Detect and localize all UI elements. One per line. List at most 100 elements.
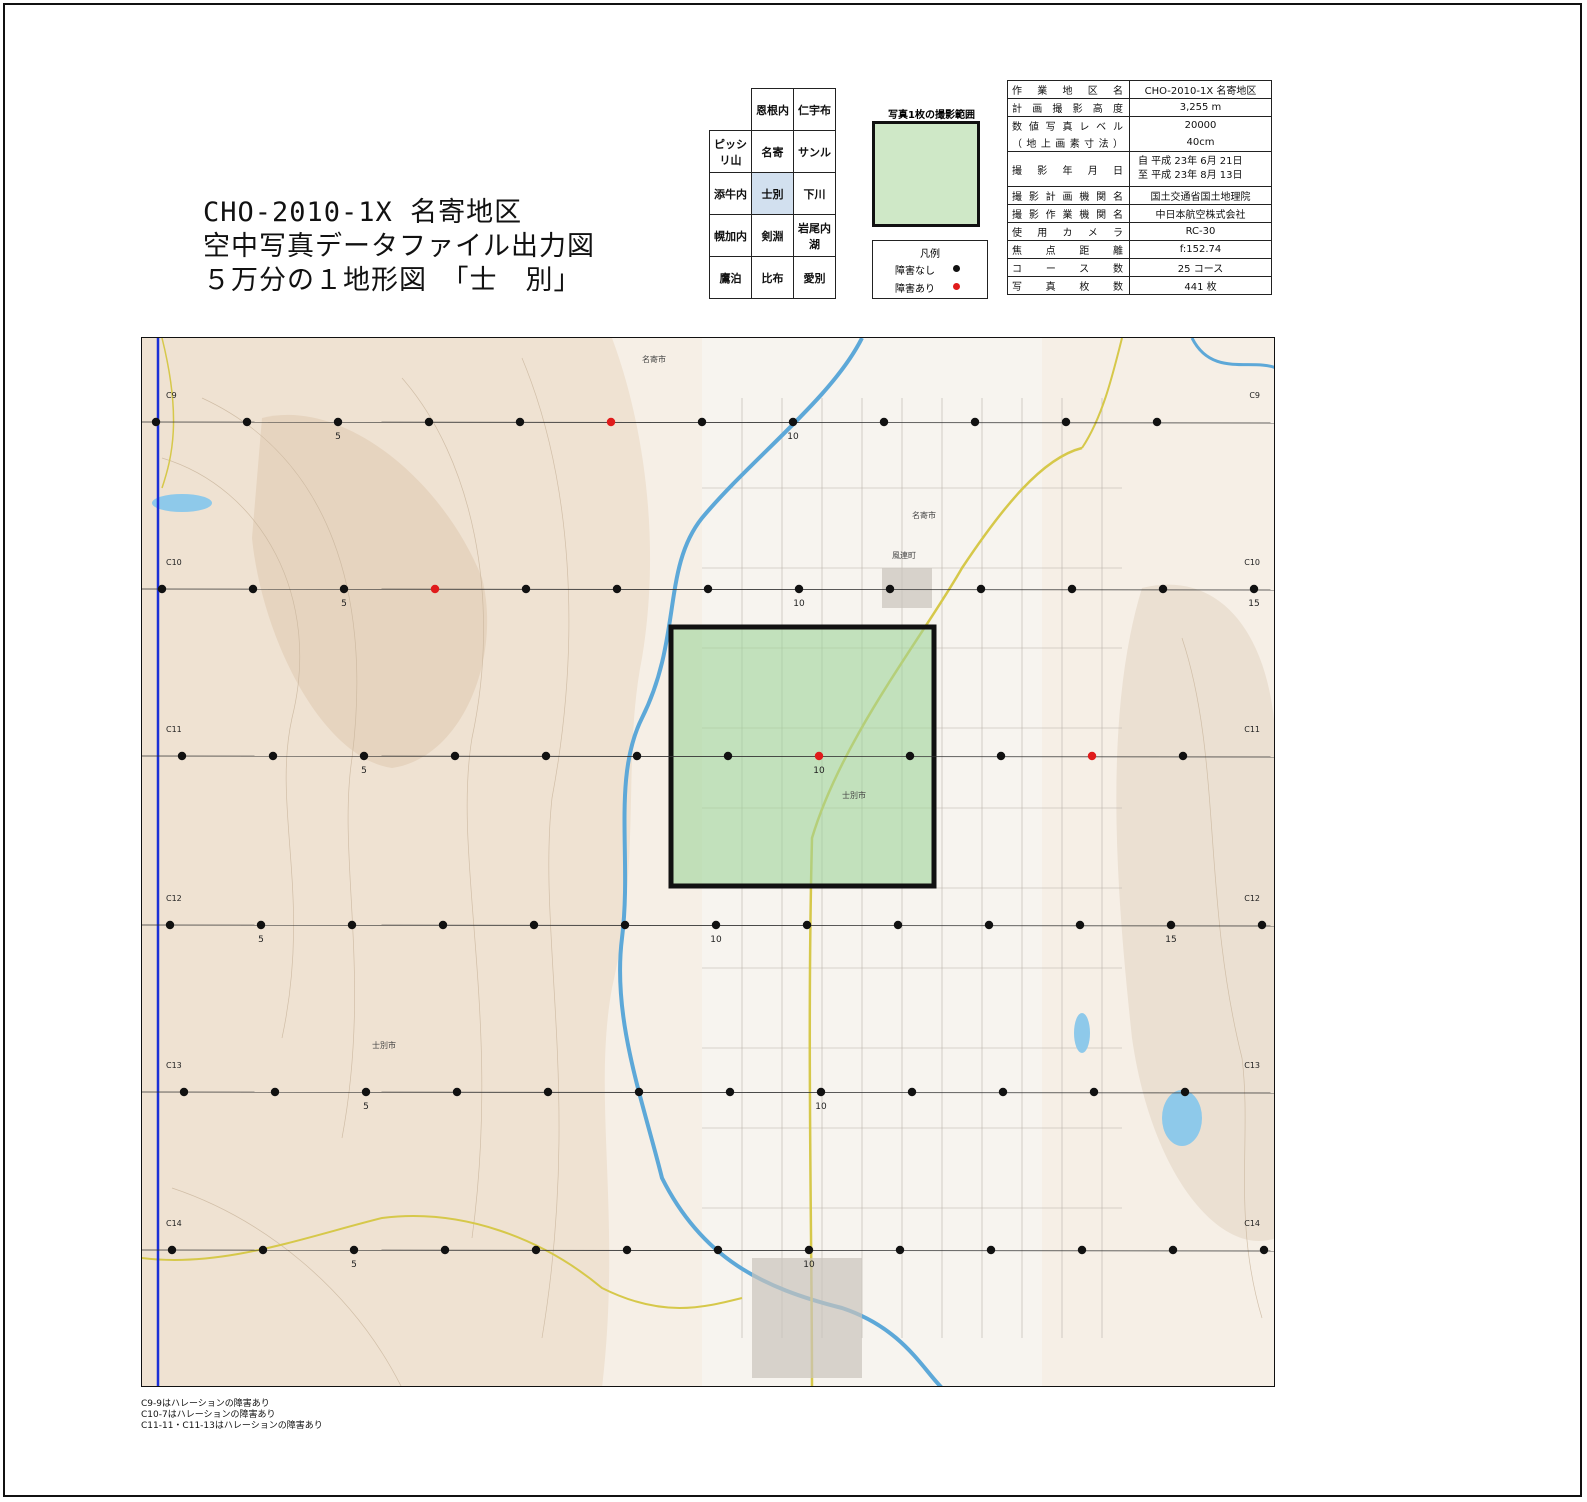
course-label: C11 — [1244, 725, 1260, 734]
photo-point[interactable] — [879, 417, 889, 427]
legend-title: 凡例 — [920, 249, 940, 260]
photo-point[interactable] — [1249, 584, 1259, 594]
photo-point[interactable] — [984, 920, 994, 930]
legend: 凡例 障害なし 障害あり — [872, 240, 988, 299]
photo-point[interactable] — [895, 1245, 905, 1255]
photo-point[interactable] — [697, 417, 707, 427]
photo-point[interactable] — [1158, 584, 1168, 594]
photo-point[interactable] — [339, 584, 349, 594]
info-label: 撮影計画機関名 — [1007, 186, 1130, 205]
photo-point[interactable] — [622, 1245, 632, 1255]
photo-point[interactable] — [543, 1087, 553, 1097]
photo-point[interactable] — [1259, 1245, 1269, 1255]
photo-point[interactable] — [179, 1087, 189, 1097]
course-number-marker: 15 — [1165, 935, 1176, 945]
photo-point[interactable] — [151, 417, 161, 427]
photo-point[interactable] — [802, 920, 812, 930]
map-title-line3: ５万分の１地形図 「士 別」 — [203, 265, 582, 296]
course-number-marker: 5 — [351, 1260, 357, 1270]
photo-point[interactable] — [1166, 920, 1176, 930]
photo-point[interactable] — [1178, 751, 1188, 761]
photo-point[interactable] — [248, 584, 258, 594]
photo-point-obstacle[interactable] — [814, 751, 824, 761]
photo-point[interactable] — [893, 920, 903, 930]
legend-obstacle-dot — [953, 283, 960, 290]
photo-point[interactable] — [438, 920, 448, 930]
photo-point[interactable] — [541, 751, 551, 761]
photo-point[interactable] — [725, 1087, 735, 1097]
photo-point[interactable] — [907, 1087, 917, 1097]
photo-point[interactable] — [256, 920, 266, 930]
photo-point[interactable] — [424, 417, 434, 427]
photo-point[interactable] — [998, 1087, 1008, 1097]
photo-point[interactable] — [612, 584, 622, 594]
photo-point[interactable] — [165, 920, 175, 930]
info-table: 作業地区名 CHO-2010-1X 名寄地区 計画撮影高度 3,255 m 数値写真… — [1007, 80, 1272, 295]
note-line: C10-7はハレーションの障害あり — [141, 1410, 276, 1420]
photo-point[interactable] — [1067, 584, 1077, 594]
info-label: 撮影作業機関名 — [1007, 204, 1130, 223]
photo-point-obstacle[interactable] — [606, 417, 616, 427]
photo-point[interactable] — [816, 1087, 826, 1097]
info-value: 中日本航空株式会社 — [1129, 204, 1272, 223]
photo-point[interactable] — [804, 1245, 814, 1255]
photo-point[interactable] — [788, 417, 798, 427]
lake — [1074, 1013, 1090, 1053]
photo-point[interactable] — [970, 417, 980, 427]
course-label: C9 — [1249, 391, 1260, 400]
photo-point[interactable] — [242, 417, 252, 427]
photo-point-obstacle[interactable] — [430, 584, 440, 594]
photo-point[interactable] — [713, 1245, 723, 1255]
photo-point[interactable] — [632, 751, 642, 761]
photo-point[interactable] — [270, 1087, 280, 1097]
photo-point[interactable] — [452, 1087, 462, 1097]
info-label: 写真枚数 — [1007, 276, 1130, 295]
photo-point[interactable] — [1089, 1087, 1099, 1097]
photo-point[interactable] — [976, 584, 986, 594]
photo-coverage-label: 写真1枚の撮影範囲 — [888, 110, 975, 121]
index-cell: 愛別 — [793, 256, 836, 299]
photo-point[interactable] — [634, 1087, 644, 1097]
photo-point[interactable] — [440, 1245, 450, 1255]
photo-point[interactable] — [996, 751, 1006, 761]
photo-point[interactable] — [167, 1245, 177, 1255]
photo-point[interactable] — [620, 920, 630, 930]
lake — [1162, 1090, 1202, 1146]
photo-point[interactable] — [531, 1245, 541, 1255]
index-cell — [710, 89, 752, 131]
legend-no-obstacle-label: 障害なし — [895, 266, 935, 277]
photo-point[interactable] — [1075, 920, 1085, 930]
course-number-marker: 10 — [787, 432, 799, 442]
photo-point[interactable] — [703, 584, 713, 594]
photo-point[interactable] — [529, 920, 539, 930]
photo-point[interactable] — [986, 1245, 996, 1255]
photo-point[interactable] — [349, 1245, 359, 1255]
photo-point[interactable] — [711, 920, 721, 930]
topographic-map[interactable]: 名寄市 風連町 士別市 士別市 名寄市 C9 C9 5 10 C10 C10 5 10 15 C1… — [141, 337, 1275, 1387]
photo-coverage-sample — [872, 121, 980, 227]
photo-point[interactable] — [450, 751, 460, 761]
photo-point[interactable] — [258, 1245, 268, 1255]
photo-point[interactable] — [1180, 1087, 1190, 1097]
photo-point[interactable] — [794, 584, 804, 594]
photo-point[interactable] — [157, 584, 167, 594]
photo-point[interactable] — [1168, 1245, 1178, 1255]
photo-point[interactable] — [905, 751, 915, 761]
photo-point[interactable] — [515, 417, 525, 427]
photo-point[interactable] — [723, 751, 733, 761]
photo-point[interactable] — [361, 1087, 371, 1097]
legend-no-obstacle-dot — [953, 265, 960, 272]
photo-point[interactable] — [1061, 417, 1071, 427]
photo-point[interactable] — [885, 584, 895, 594]
photo-point[interactable] — [177, 751, 187, 761]
photo-point[interactable] — [268, 751, 278, 761]
photo-point[interactable] — [521, 584, 531, 594]
photo-point[interactable] — [1257, 920, 1267, 930]
photo-point[interactable] — [1152, 417, 1162, 427]
photo-point[interactable] — [333, 417, 343, 427]
photo-point[interactable] — [1077, 1245, 1087, 1255]
info-value: CHO-2010-1X 名寄地区 — [1129, 80, 1272, 99]
photo-point[interactable] — [347, 920, 357, 930]
photo-point-obstacle[interactable] — [1087, 751, 1097, 761]
photo-point[interactable] — [359, 751, 369, 761]
